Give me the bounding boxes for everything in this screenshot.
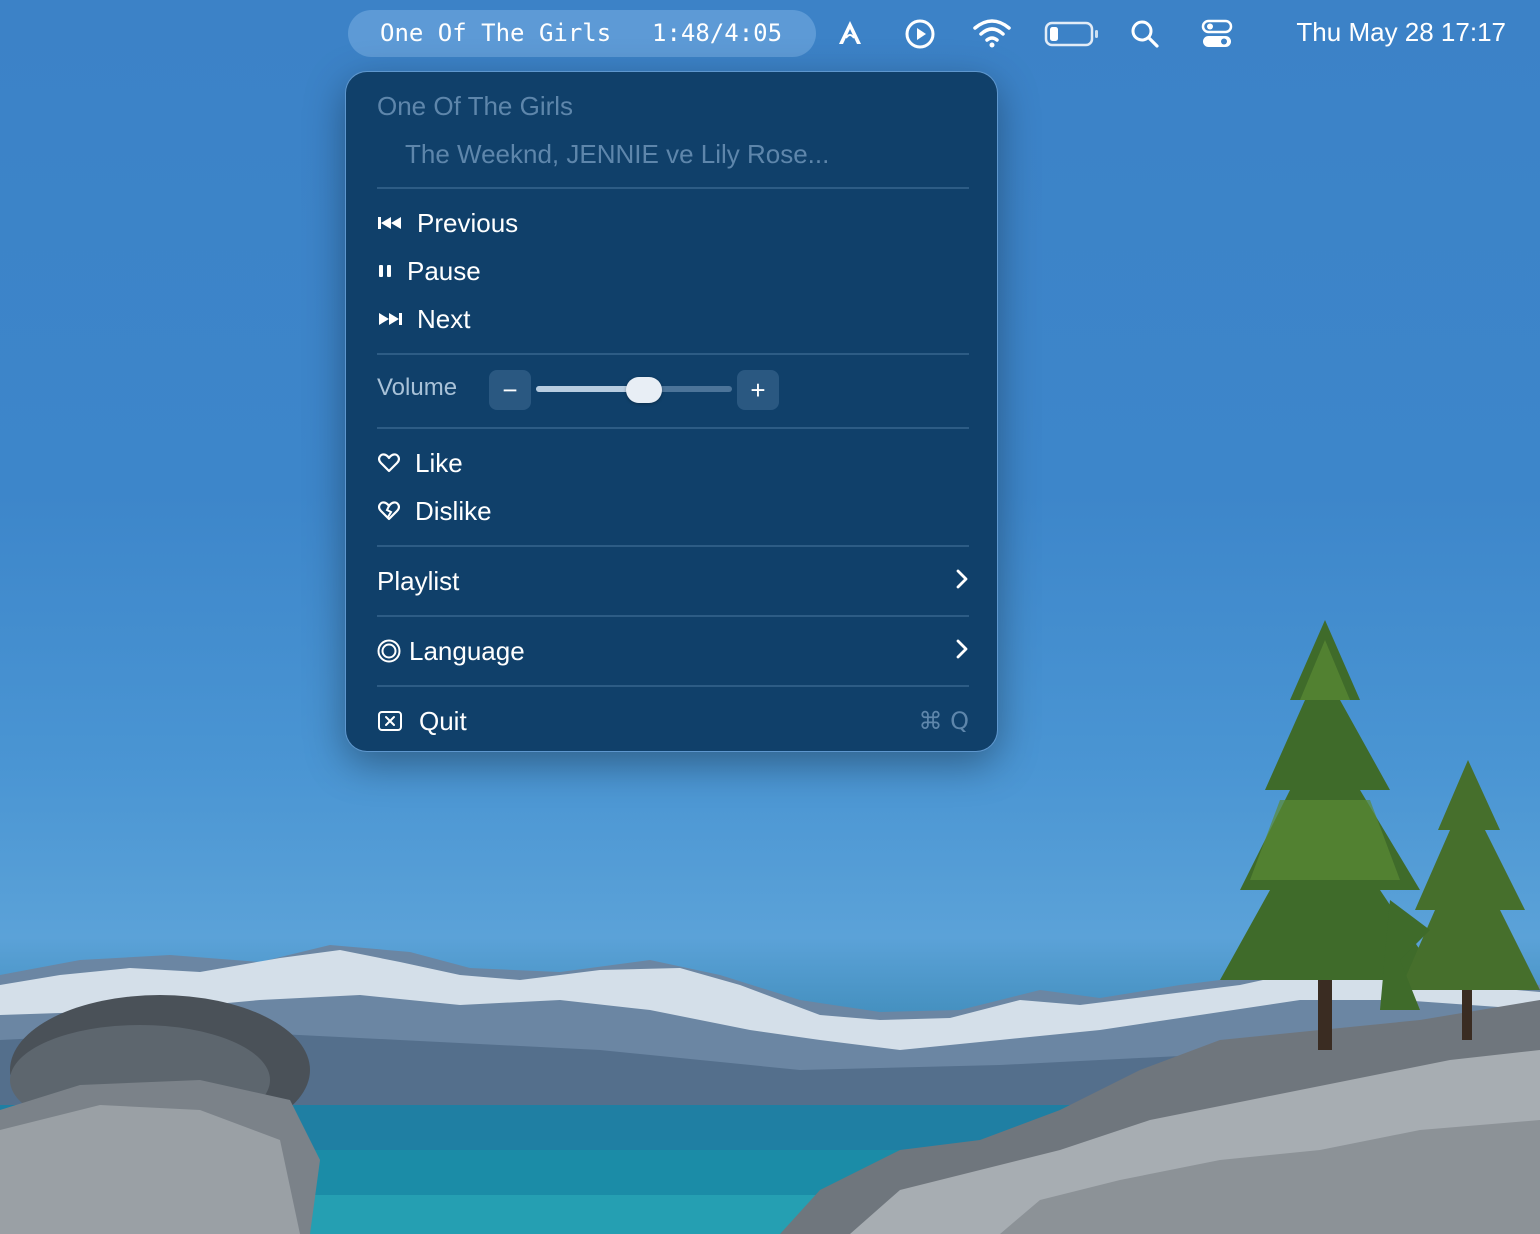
menu-separator [377, 545, 969, 547]
menu-item-language-label: Language [409, 635, 525, 666]
wifi-icon[interactable] [973, 18, 1011, 53]
menu-item-like[interactable]: Like [377, 443, 463, 483]
menu-item-pause-label: Pause [407, 255, 481, 286]
menubar-clock[interactable]: Thu May 28 17:17 [1296, 17, 1506, 48]
now-playing-title: One Of The Girls [380, 19, 612, 47]
track-title: One Of The Girls [377, 91, 574, 121]
menu-separator [377, 685, 969, 687]
menu-item-quit-label: Quit [419, 705, 467, 736]
chevron-right-icon [955, 566, 969, 597]
menu-item-pause[interactable]: Pause [377, 251, 481, 291]
heart-icon [377, 453, 401, 473]
volume-down-button[interactable]: − [489, 370, 531, 410]
previous-track-icon [377, 216, 403, 230]
chevron-right-icon [955, 636, 969, 667]
now-playing-status-item[interactable]: One Of The Girls 1:48/4:05 [348, 10, 816, 57]
quit-icon [377, 710, 403, 732]
menu-item-previous[interactable]: Previous [377, 203, 518, 243]
menu-item-dislike[interactable]: Dislike [377, 491, 492, 531]
menu-item-dislike-label: Dislike [415, 495, 492, 526]
now-playing-time: 1:48/4:05 [652, 19, 783, 47]
broken-heart-icon [377, 501, 401, 521]
menu-item-quit[interactable]: Quit ⌘ Q [377, 701, 969, 741]
menu-item-language[interactable]: Language [377, 631, 969, 671]
app-logo-icon[interactable] [836, 18, 864, 51]
next-track-icon [377, 312, 403, 326]
control-center-icon[interactable] [1201, 18, 1233, 55]
menu-separator [377, 353, 969, 355]
menu-separator [377, 427, 969, 429]
play-circle-icon[interactable] [904, 18, 936, 55]
menu-separator [377, 615, 969, 617]
menu-item-playlist-label: Playlist [377, 565, 460, 596]
menu-item-playlist[interactable]: Playlist [377, 561, 969, 601]
menu-separator [377, 187, 969, 189]
now-playing-menu: One Of The Girls The Weeknd, JENNIE ve L… [345, 71, 998, 752]
language-icon [377, 639, 401, 663]
quit-shortcut: ⌘ Q [918, 707, 969, 735]
search-icon[interactable] [1130, 19, 1160, 54]
volume-up-button[interactable]: + [737, 370, 779, 410]
menu-item-previous-label: Previous [417, 207, 519, 238]
volume-label: Volume [377, 374, 458, 401]
menu-item-next-label: Next [417, 303, 471, 334]
battery-icon[interactable] [1044, 21, 1100, 52]
menu-item-like-label: Like [415, 447, 463, 478]
volume-slider-knob[interactable] [625, 377, 662, 403]
track-artist: The Weeknd, JENNIE ve Lily Rose... [405, 139, 830, 169]
pause-icon [377, 264, 393, 278]
menu-item-next[interactable]: Next [377, 299, 470, 339]
